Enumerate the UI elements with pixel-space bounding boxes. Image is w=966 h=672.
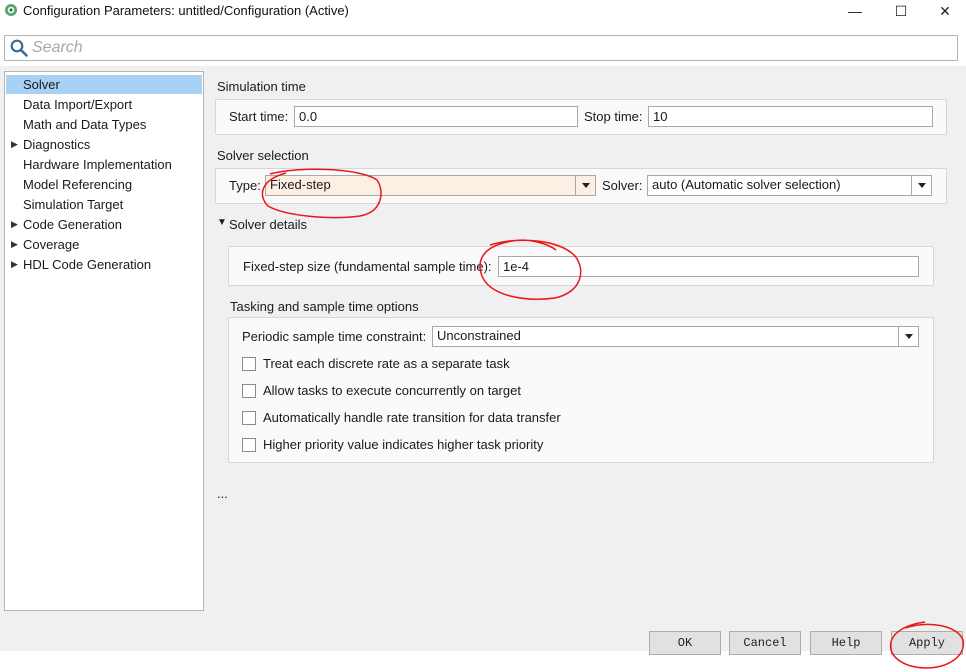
solver-details-heading[interactable]: Solver details bbox=[229, 217, 307, 232]
tree-item-diagnostics[interactable]: ▶ Diagnostics bbox=[6, 135, 202, 154]
tree-item-hdl-code-generation[interactable]: ▶ HDL Code Generation bbox=[6, 255, 202, 274]
expand-arrow-icon[interactable]: ▶ bbox=[11, 215, 18, 234]
checkbox-box[interactable] bbox=[242, 384, 256, 398]
tree-item-label: Solver bbox=[23, 77, 60, 92]
stop-time-field[interactable]: 10 bbox=[648, 106, 933, 127]
tree-item-label: Coverage bbox=[23, 237, 80, 252]
tree-item-label: Hardware Implementation bbox=[23, 157, 172, 172]
solver-selection-heading: Solver selection bbox=[217, 148, 309, 163]
tree-item-label: Code Generation bbox=[23, 217, 123, 232]
solver-type-value: Fixed-step bbox=[270, 177, 331, 192]
tree-item-label: HDL Code Generation bbox=[23, 257, 152, 272]
simulation-time-heading: Simulation time bbox=[217, 79, 306, 94]
minimize-button[interactable]: — bbox=[832, 0, 878, 22]
periodic-constraint-value: Unconstrained bbox=[437, 328, 521, 343]
tree-item-label: Simulation Target bbox=[23, 197, 124, 212]
tree-item-solver[interactable]: Solver bbox=[6, 75, 202, 94]
title-bar: Configuration Parameters: untitled/Confi… bbox=[0, 0, 966, 22]
tree-item-math-and-data-types[interactable]: Math and Data Types bbox=[6, 115, 202, 134]
chevron-down-icon[interactable] bbox=[911, 176, 931, 195]
type-label: Type: bbox=[229, 178, 261, 193]
window-title: Configuration Parameters: untitled/Confi… bbox=[23, 3, 349, 18]
tasking-heading: Tasking and sample time options bbox=[230, 299, 419, 314]
start-time-field[interactable]: 0.0 bbox=[294, 106, 578, 127]
cancel-button[interactable]: Cancel bbox=[729, 631, 801, 655]
solver-type-dropdown[interactable]: Fixed-step bbox=[265, 175, 596, 196]
solver-dropdown[interactable]: auto (Automatic solver selection) bbox=[647, 175, 932, 196]
solver-label: Solver: bbox=[602, 178, 643, 193]
minimize-icon: — bbox=[848, 3, 862, 19]
apply-button[interactable]: Apply bbox=[891, 631, 963, 655]
search-box[interactable] bbox=[4, 35, 958, 61]
help-button[interactable]: Help bbox=[810, 631, 882, 655]
close-button[interactable]: ✕ bbox=[922, 0, 966, 22]
tree-item-label: Data Import/Export bbox=[23, 97, 133, 112]
checkbox-box[interactable] bbox=[242, 438, 256, 452]
periodic-constraint-dropdown[interactable]: Unconstrained bbox=[432, 326, 919, 347]
ok-button[interactable]: OK bbox=[649, 631, 721, 655]
checkbox-label: Higher priority value indicates higher t… bbox=[263, 437, 544, 452]
search-input[interactable] bbox=[32, 38, 932, 58]
periodic-constraint-label: Periodic sample time constraint: bbox=[242, 329, 427, 344]
chevron-down-icon[interactable] bbox=[575, 176, 595, 195]
solver-value: auto (Automatic solver selection) bbox=[652, 177, 841, 192]
tree-item-model-referencing[interactable]: Model Referencing bbox=[6, 175, 202, 194]
category-tree[interactable]: Solver Data Import/Export Math and Data … bbox=[4, 71, 204, 611]
simulink-app-icon bbox=[5, 4, 17, 16]
tree-item-simulation-target[interactable]: Simulation Target bbox=[6, 195, 202, 214]
tree-item-label: Model Referencing bbox=[23, 177, 133, 192]
tree-item-hardware-implementation[interactable]: Hardware Implementation bbox=[6, 155, 202, 174]
collapse-arrow-icon[interactable]: ▼ bbox=[217, 217, 227, 228]
fixed-step-size-field[interactable]: 1e-4 bbox=[498, 256, 919, 277]
expand-arrow-icon[interactable]: ▶ bbox=[11, 235, 18, 254]
tree-item-code-generation[interactable]: ▶ Code Generation bbox=[6, 215, 202, 234]
tree-item-data-import-export[interactable]: Data Import/Export bbox=[6, 95, 202, 114]
fixed-step-size-label: Fixed-step size (fundamental sample time… bbox=[243, 259, 492, 274]
checkbox-box[interactable] bbox=[242, 357, 256, 371]
close-icon: ✕ bbox=[939, 2, 951, 19]
chevron-down-icon[interactable] bbox=[898, 327, 918, 346]
checkbox-label: Allow tasks to execute concurrently on t… bbox=[263, 383, 521, 398]
search-icon bbox=[10, 39, 28, 57]
checkbox-label: Treat each discrete rate as a separate t… bbox=[263, 356, 510, 371]
checkbox-label: Automatically handle rate transition for… bbox=[263, 410, 561, 425]
tree-item-label: Diagnostics bbox=[23, 137, 91, 152]
expand-arrow-icon[interactable]: ▶ bbox=[11, 135, 18, 154]
expand-arrow-icon[interactable]: ▶ bbox=[11, 255, 18, 274]
tree-item-label: Math and Data Types bbox=[23, 117, 147, 132]
start-time-label: Start time: bbox=[229, 109, 289, 124]
maximize-icon: ☐ bbox=[894, 2, 908, 19]
more-options-ellipsis[interactable]: ... bbox=[217, 486, 228, 501]
maximize-button[interactable]: ☐ bbox=[878, 0, 924, 22]
checkbox-box[interactable] bbox=[242, 411, 256, 425]
tree-item-coverage[interactable]: ▶ Coverage bbox=[6, 235, 202, 254]
stop-time-label: Stop time: bbox=[584, 109, 643, 124]
